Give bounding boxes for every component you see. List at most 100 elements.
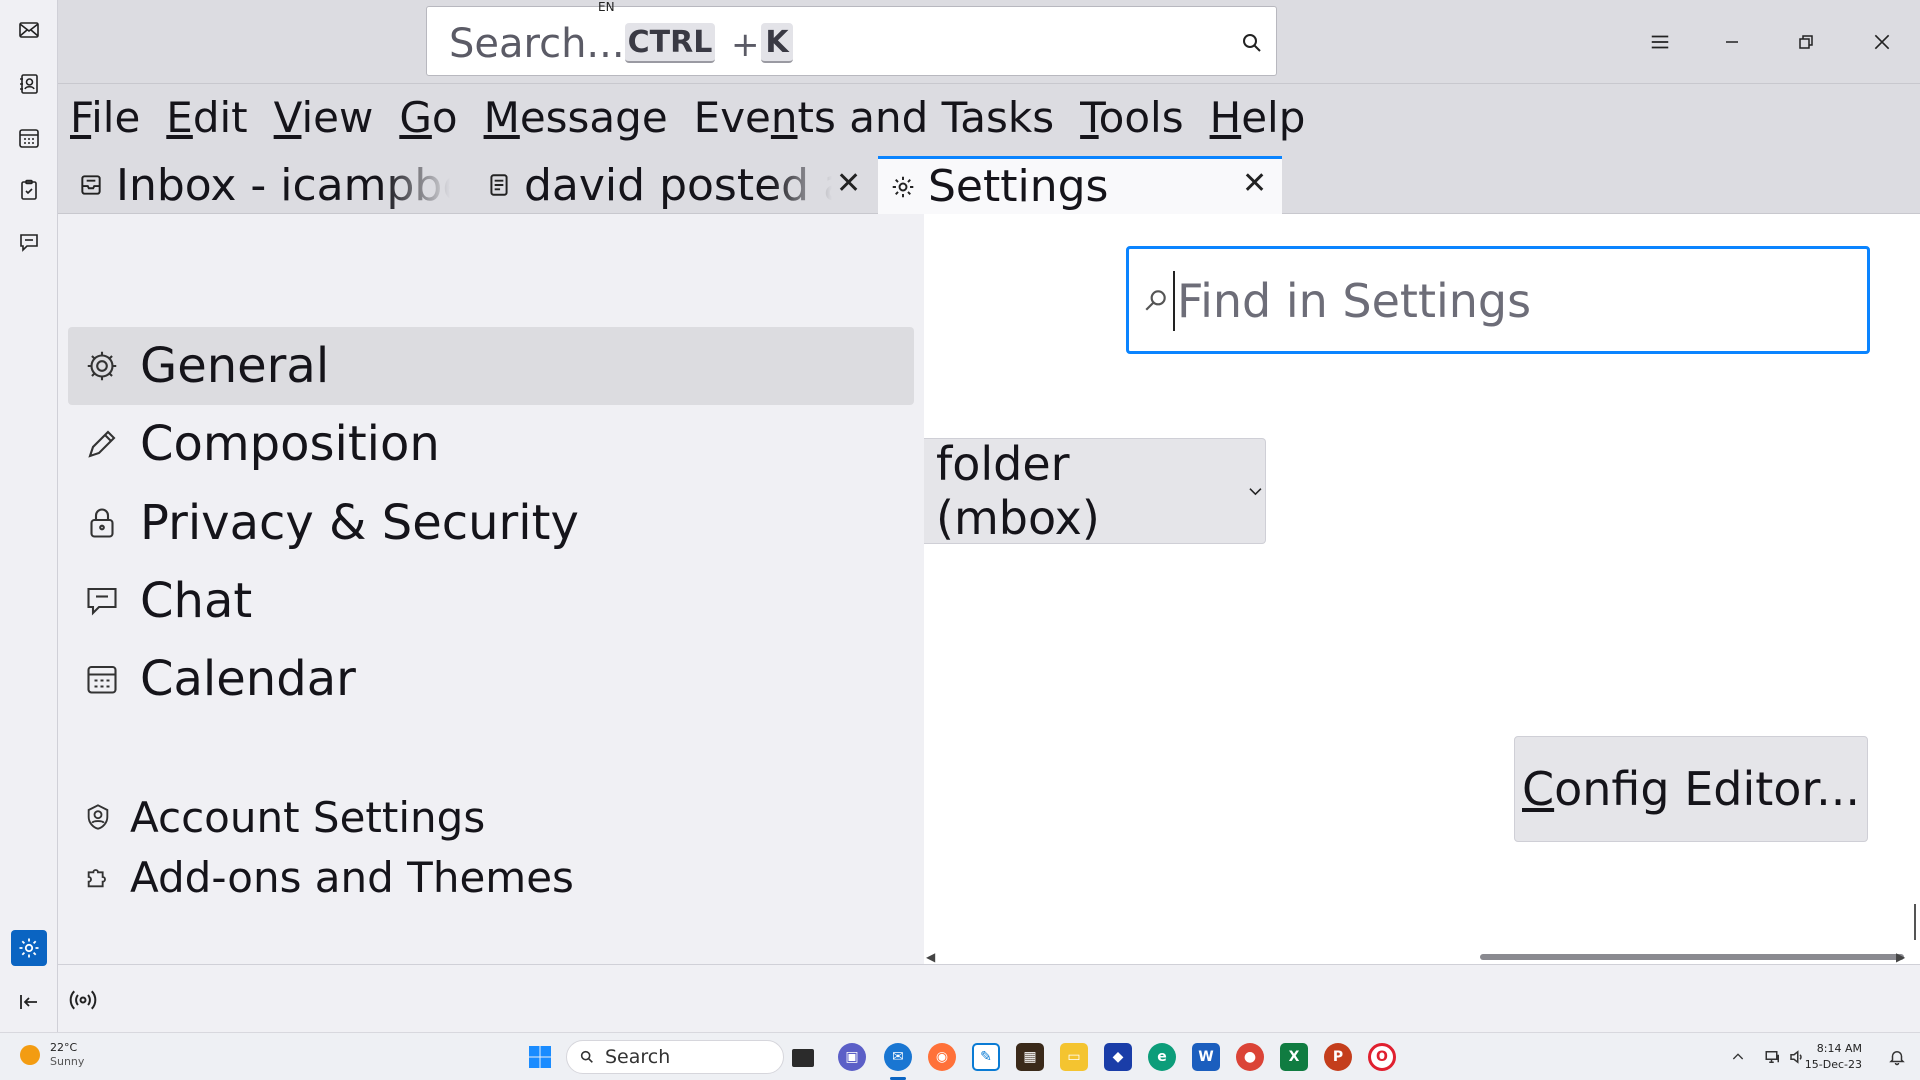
photo-app-icon[interactable]: ▦ <box>1016 1043 1044 1071</box>
thunderbird-icon[interactable]: ✉ <box>884 1043 912 1071</box>
scroll-right-arrow-icon[interactable]: ▶ <box>1896 950 1905 964</box>
word-icon[interactable]: W <box>1192 1043 1220 1071</box>
tasks-space-button[interactable] <box>11 172 47 208</box>
category-privacy-security[interactable]: Privacy & Security <box>68 484 914 562</box>
spaces-toolbar <box>0 0 58 1032</box>
vertical-scrollbar[interactable] <box>1914 904 1916 940</box>
tab-settings-close-button[interactable]: ✕ <box>1242 166 1267 201</box>
config-editor-label: onfig Editor... <box>1554 762 1860 816</box>
restore-button[interactable] <box>1786 22 1826 62</box>
weather-description: Sunny <box>50 1055 85 1068</box>
weather-temperature: 22°C <box>50 1041 78 1054</box>
find-in-settings-input[interactable] <box>1173 271 1853 331</box>
search-icon <box>580 1050 593 1063</box>
collapse-spaces-button[interactable] <box>11 984 47 1020</box>
menu-go[interactable]: Go <box>397 93 459 142</box>
message-store-dropdown[interactable]: folder (mbox) <box>924 437 1266 545</box>
shortcut-plus: + <box>731 25 760 65</box>
global-search-placeholder: Search... <box>449 21 625 67</box>
find-in-settings-box[interactable] <box>1126 246 1870 354</box>
horizontal-scrollbar-thumb[interactable] <box>1480 954 1904 960</box>
paint-app-icon[interactable]: ✎ <box>972 1043 1000 1071</box>
powerpoint-icon[interactable]: P <box>1324 1043 1352 1071</box>
close-icon <box>1874 34 1890 50</box>
tab-message-label: david posted an <box>524 159 832 211</box>
addons-themes-label: Add-ons and Themes <box>130 852 574 902</box>
chat-icon <box>20 234 38 252</box>
task-view-icon[interactable] <box>792 1049 814 1067</box>
taskbar-search-label: Search <box>605 1046 671 1068</box>
system-clock[interactable]: 8:14 AM 15-Dec-23 <box>1805 1041 1862 1073</box>
address-book-space-button[interactable] <box>11 66 47 102</box>
category-general-label: General <box>140 338 330 394</box>
start-button[interactable] <box>526 1043 554 1071</box>
edge-icon[interactable]: e <box>1148 1043 1176 1071</box>
tab-settings[interactable]: Settings <box>878 156 1282 214</box>
shortcut-key-k: K <box>761 23 793 63</box>
global-search-box[interactable]: Search... CTRL + K <box>426 6 1277 76</box>
close-window-button[interactable] <box>1862 22 1902 62</box>
menu-help[interactable]: Help <box>1208 93 1308 142</box>
category-chat-label: Chat <box>140 573 253 629</box>
pencil-icon <box>88 430 116 458</box>
app-menu-button[interactable] <box>1640 22 1680 62</box>
excel-icon[interactable]: X <box>1280 1043 1308 1071</box>
mail-space-button[interactable] <box>11 12 47 48</box>
menu-file[interactable]: File <box>68 93 142 142</box>
shortcut-key-ctrl: CTRL <box>625 23 715 63</box>
collapse-left-icon <box>20 995 37 1009</box>
inbox-icon <box>81 175 101 195</box>
notification-bell-icon[interactable] <box>1888 1048 1906 1066</box>
chevron-down-icon <box>1249 488 1262 496</box>
volume-icon[interactable] <box>1788 1048 1806 1066</box>
settings-sidebar: General Composition Privacy & Security C… <box>58 214 924 964</box>
online-status-icon[interactable] <box>68 985 98 1015</box>
opera-icon[interactable]: O <box>1368 1043 1396 1071</box>
category-calendar-label: Calendar <box>140 651 356 707</box>
search-icon <box>1145 290 1166 311</box>
menu-events-and-tasks[interactable]: Events and Tasks <box>692 93 1056 142</box>
gear-icon <box>892 176 914 197</box>
tab-message[interactable]: david posted an <box>486 156 832 214</box>
hamburger-menu-icon <box>1651 35 1669 49</box>
file-explorer-icon[interactable]: ▭ <box>1060 1043 1088 1071</box>
teams-chat-icon[interactable]: ▣ <box>838 1043 866 1071</box>
taskbar-search[interactable]: Search <box>566 1040 784 1074</box>
calendar-space-button[interactable] <box>11 120 47 156</box>
settings-space-button[interactable] <box>11 930 47 966</box>
menu-view[interactable]: View <box>272 93 376 142</box>
firefox-icon[interactable]: ◉ <box>928 1043 956 1071</box>
account-settings-link[interactable]: Account Settings <box>84 788 485 846</box>
minimize-button[interactable] <box>1712 22 1752 62</box>
category-chat[interactable]: Chat <box>68 562 914 640</box>
weather-widget[interactable]: 22°C Sunny <box>20 1041 84 1069</box>
tab-message-close-button[interactable]: ✕ <box>836 166 861 201</box>
address-book-icon <box>20 74 38 94</box>
tab-inbox[interactable]: Inbox - icampbell@ <box>78 156 450 214</box>
category-composition[interactable]: Composition <box>68 405 914 483</box>
category-general[interactable]: General <box>68 327 914 405</box>
menu-message[interactable]: Message <box>482 93 670 142</box>
config-editor-button[interactable]: Config Editor... <box>1514 736 1868 842</box>
scroll-left-arrow-icon[interactable]: ◀ <box>926 950 935 964</box>
calendar-icon <box>87 665 117 694</box>
chevron-up-icon[interactable] <box>1730 1049 1746 1065</box>
chrome-icon[interactable]: ● <box>1236 1043 1264 1071</box>
message-icon <box>490 174 508 196</box>
chat-space-button[interactable] <box>11 224 47 260</box>
chat-icon <box>87 587 117 616</box>
network-icon[interactable] <box>1764 1048 1782 1066</box>
store-icon[interactable]: ◆ <box>1104 1043 1132 1071</box>
lock-icon <box>90 508 114 538</box>
clock-time: 8:14 AM <box>1816 1042 1862 1055</box>
tasks-icon <box>21 179 37 200</box>
search-icon[interactable] <box>1240 31 1264 55</box>
account-settings-label: Account Settings <box>130 792 486 842</box>
addons-themes-link[interactable]: Add-ons and Themes <box>84 848 574 906</box>
category-calendar[interactable]: Calendar <box>68 640 914 718</box>
puzzle-icon <box>87 869 106 888</box>
gear-icon <box>87 351 117 381</box>
menu-tools[interactable]: Tools <box>1078 93 1185 142</box>
menu-edit[interactable]: Edit <box>164 93 249 142</box>
minimize-icon <box>1726 41 1738 43</box>
